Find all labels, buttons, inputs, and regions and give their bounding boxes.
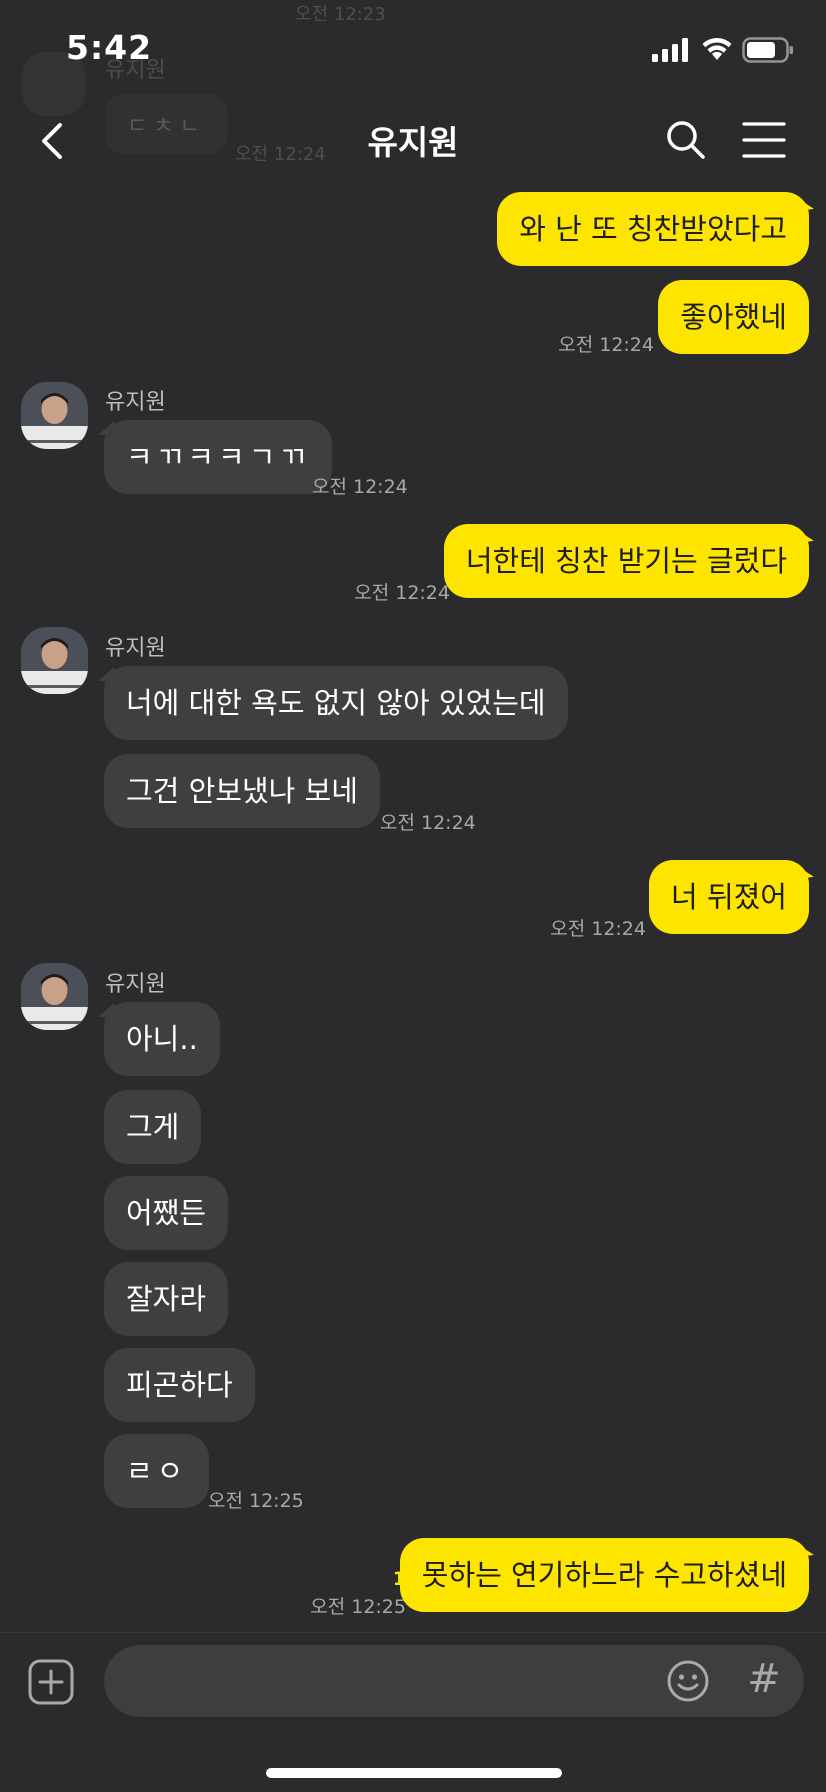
status-time: 5:42 [66, 28, 153, 67]
outgoing-message-bubble[interactable]: 너한테 칭찬 받기는 글렀다 [443, 524, 809, 598]
avatar[interactable] [21, 627, 88, 694]
message-time: 오전 12:24 [312, 476, 408, 498]
hamburger-menu-icon [742, 122, 786, 158]
message-time: 오전 12:25 [208, 1490, 304, 1512]
chat-header: 유지원 [0, 100, 826, 186]
search-icon [667, 121, 705, 159]
incoming-message-bubble[interactable]: 어쨌든 [104, 1176, 229, 1250]
chat-screen: 오전 12:23 유지원 ㄷㅊㄴ 오전 12:24 5:42 유지원 와 난 또… [0, 0, 826, 1792]
search-button[interactable] [664, 118, 708, 162]
status-bar: 5:42 [0, 0, 826, 100]
outgoing-message-bubble[interactable]: 좋아했네 [658, 280, 809, 354]
incoming-message-bubble[interactable]: ㄹㅇ [104, 1434, 210, 1508]
message-input-bar: # [0, 1632, 826, 1792]
hashtag-button[interactable]: # [744, 1653, 784, 1705]
incoming-message-bubble[interactable]: 너에 대한 욕도 없지 않아 있었는데 [104, 666, 568, 740]
profile-photo-icon [21, 382, 88, 449]
avatar[interactable] [21, 963, 88, 1030]
emoji-icon [667, 1660, 709, 1702]
outgoing-message-bubble[interactable]: 와 난 또 칭찬받았다고 [497, 192, 809, 266]
incoming-message-bubble[interactable]: 아니.. [104, 1002, 220, 1076]
cellular-signal-icon [652, 38, 688, 62]
incoming-message-bubble[interactable]: 그게 [104, 1090, 202, 1164]
wifi-icon [702, 37, 732, 60]
profile-photo-icon [21, 963, 88, 1030]
message-time: 오전 12:24 [558, 334, 654, 356]
incoming-message-bubble[interactable]: 피곤하다 [104, 1348, 255, 1422]
incoming-message-bubble[interactable]: ㅋㄲㅋㅋㄱㄲ [104, 420, 333, 494]
outgoing-message-bubble[interactable]: 너 뒤졌어 [649, 860, 809, 934]
avatar[interactable] [21, 382, 88, 449]
message-time: 오전 12:25 [310, 1596, 406, 1618]
profile-photo-icon [21, 627, 88, 694]
outgoing-message-bubble[interactable]: 못하는 연기하느라 수고하셨네 [399, 1538, 809, 1612]
menu-button[interactable] [742, 120, 786, 160]
message-time: 오전 12:24 [354, 582, 450, 604]
incoming-message-bubble[interactable]: 잘자라 [104, 1262, 229, 1336]
emoji-button[interactable] [666, 1659, 710, 1703]
sender-name: 유지원 [105, 390, 166, 415]
battery-icon [742, 37, 793, 63]
sender-name: 유지원 [105, 972, 166, 997]
message-time: 오전 12:24 [380, 812, 476, 834]
incoming-message-bubble[interactable]: 그건 안보냈나 보네 [104, 754, 380, 828]
add-attachment-button[interactable] [28, 1659, 74, 1705]
message-time: 오전 12:24 [550, 918, 646, 940]
sender-name: 유지원 [105, 636, 166, 661]
home-indicator[interactable] [266, 1768, 562, 1778]
plus-square-icon [28, 1659, 74, 1705]
unread-count-badge: 1 [392, 1568, 406, 1590]
